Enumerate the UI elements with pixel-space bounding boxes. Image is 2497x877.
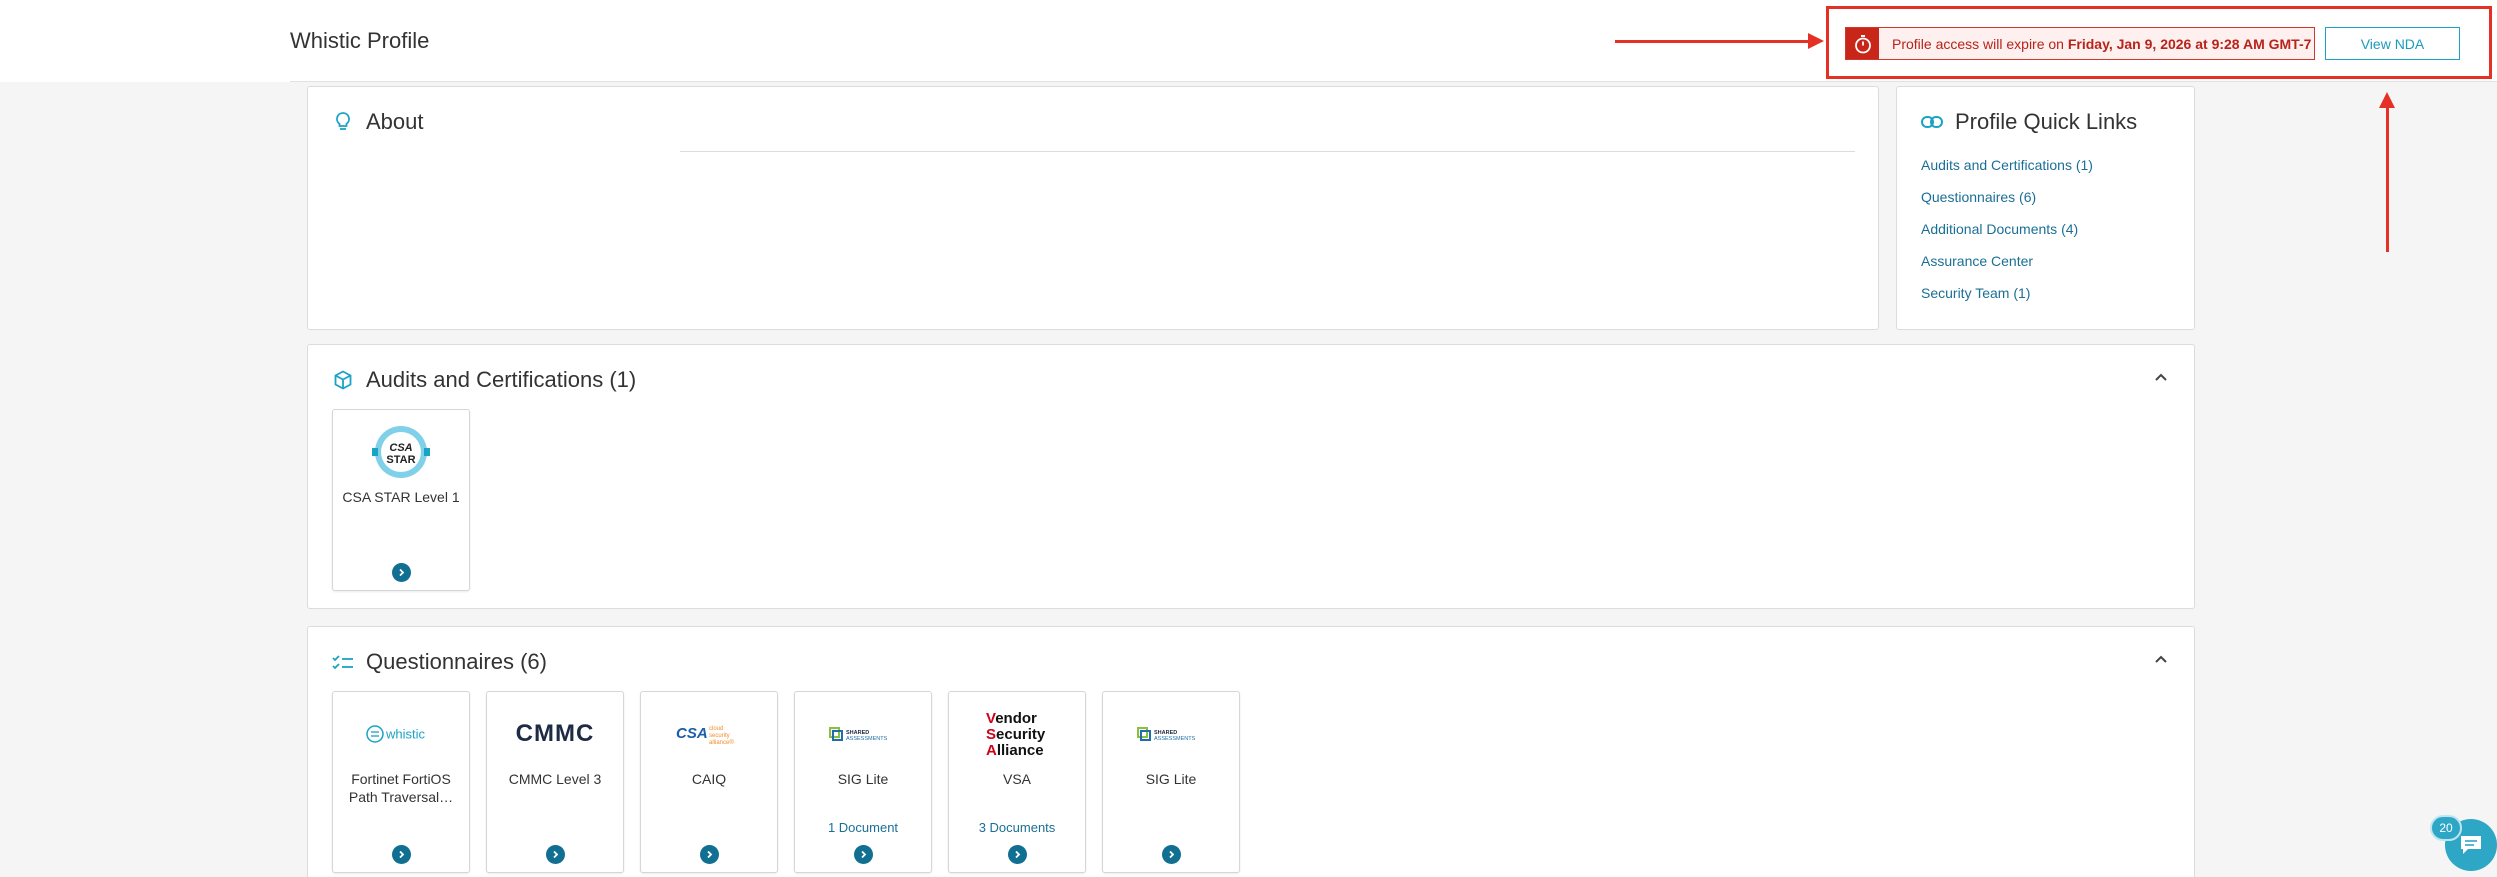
quick-link-additional-documents[interactable]: Additional Documents (4) — [1921, 221, 2093, 253]
shared-assessments-logo: SHARED ASSESSMENTS — [795, 706, 931, 762]
annotation-box — [1826, 6, 2492, 79]
about-card: About — [307, 86, 1879, 330]
open-arrow-icon[interactable] — [1008, 845, 1027, 864]
page-title: Whistic Profile — [290, 28, 430, 53]
tile-name: CSA STAR Level 1 — [342, 489, 460, 505]
collapse-audits-chevron-icon[interactable] — [2152, 369, 2170, 387]
open-arrow-icon[interactable] — [392, 563, 411, 582]
csa-logo-text: CSA — [676, 725, 708, 742]
quick-links-list: Audits and Certifications (1) Questionna… — [1921, 157, 2093, 317]
svg-text:Security: Security — [986, 726, 1046, 743]
svg-text:ASSESSMENTS: ASSESSMENTS — [846, 736, 888, 742]
quick-link-assurance-center[interactable]: Assurance Center — [1921, 253, 2093, 285]
collapse-questionnaires-chevron-icon[interactable] — [2152, 651, 2170, 669]
about-title: About — [366, 109, 424, 134]
csa-star-logo: CSA STAR — [333, 424, 469, 480]
tile-name: CAIQ — [691, 771, 727, 787]
quick-link-audits[interactable]: Audits and Certifications (1) — [1921, 157, 2093, 189]
cmmc-logo: CMMC — [487, 706, 623, 762]
svg-text:STAR: STAR — [386, 454, 415, 466]
csa-logo: CSA cloud security alliance® — [641, 706, 777, 762]
shared-assessments-logo: SHARED ASSESSMENTS — [1103, 706, 1239, 762]
annotation-arrowhead-up — [2379, 92, 2395, 108]
audits-heading: Audits and Certifications (1) — [332, 367, 636, 393]
about-divider — [680, 151, 1855, 152]
questionnaire-tile[interactable]: whistic Fortinet FortiOS Path Traversal… — [332, 691, 470, 873]
quick-link-security-team[interactable]: Security Team (1) — [1921, 285, 2093, 317]
svg-text:CSA: CSA — [389, 442, 412, 454]
questionnaire-tile[interactable]: CSA cloud security alliance® CAIQ — [640, 691, 778, 873]
open-arrow-icon[interactable] — [392, 845, 411, 864]
quick-links-card: Profile Quick Links Audits and Certifica… — [1896, 86, 2195, 330]
open-arrow-icon[interactable] — [700, 845, 719, 864]
whistic-logo-text: whistic — [385, 727, 426, 742]
top-bar-left — [0, 0, 290, 82]
svg-text:cloud: cloud — [709, 726, 723, 732]
questionnaires-card: Questionnaires (6) whistic Fortinet Fort… — [307, 626, 2195, 877]
tile-name: SIG Lite — [1145, 771, 1197, 787]
questionnaire-tile[interactable]: CMMC CMMC Level 3 — [486, 691, 624, 873]
questionnaire-tile[interactable]: SHARED ASSESSMENTS SIG Lite — [1102, 691, 1240, 873]
annotation-arrowhead-right — [1808, 33, 1824, 49]
quick-link-questionnaires[interactable]: Questionnaires (6) — [1921, 189, 2093, 221]
open-arrow-icon[interactable] — [854, 845, 873, 864]
whistic-logo: whistic — [333, 706, 469, 762]
questionnaire-tile[interactable]: Vendor Security Alliance VSA 3 Documents — [948, 691, 1086, 873]
questionnaire-tile[interactable]: SHARED ASSESSMENTS SIG Lite 1 Document — [794, 691, 932, 873]
document-count[interactable]: 3 Documents — [949, 820, 1085, 835]
checklist-icon — [332, 651, 354, 673]
annotation-arrow-horizontal — [1615, 40, 1811, 43]
link-icon — [1921, 111, 1943, 133]
cube-icon — [332, 369, 354, 391]
svg-text:Vendor: Vendor — [986, 710, 1037, 727]
lightbulb-icon — [332, 111, 354, 133]
about-heading: About — [332, 109, 424, 135]
tile-name: SIG Lite — [837, 771, 889, 787]
open-arrow-icon[interactable] — [546, 845, 565, 864]
audits-title: Audits and Certifications (1) — [366, 367, 637, 392]
chat-unread-badge: 20 — [2430, 815, 2462, 841]
vsa-logo: Vendor Security Alliance — [949, 706, 1085, 762]
svg-text:security: security — [709, 733, 730, 739]
tile-name: VSA — [1002, 771, 1031, 787]
questionnaires-title: Questionnaires (6) — [366, 649, 547, 674]
quick-links-title: Profile Quick Links — [1955, 109, 2138, 134]
audits-card: Audits and Certifications (1) CSA STAR C… — [307, 344, 2195, 609]
tile-name: Fortinet FortiOS Path Traversal… — [348, 771, 454, 805]
questionnaires-heading: Questionnaires (6) — [332, 649, 547, 675]
quick-links-heading: Profile Quick Links — [1921, 109, 2137, 135]
tile-name: CMMC Level 3 — [508, 771, 602, 787]
annotation-arrow-vertical — [2386, 108, 2389, 252]
chat-bubble-icon — [2461, 836, 2481, 854]
cmmc-logo-text: CMMC — [515, 720, 595, 747]
svg-text:alliance®: alliance® — [709, 739, 734, 746]
document-count[interactable]: 1 Document — [795, 820, 931, 835]
audit-tile-csa-star[interactable]: CSA STAR CSA STAR Level 1 — [332, 409, 470, 591]
open-arrow-icon[interactable] — [1162, 845, 1181, 864]
svg-text:Alliance: Alliance — [986, 742, 1044, 759]
svg-text:ASSESSMENTS: ASSESSMENTS — [1154, 736, 1196, 742]
